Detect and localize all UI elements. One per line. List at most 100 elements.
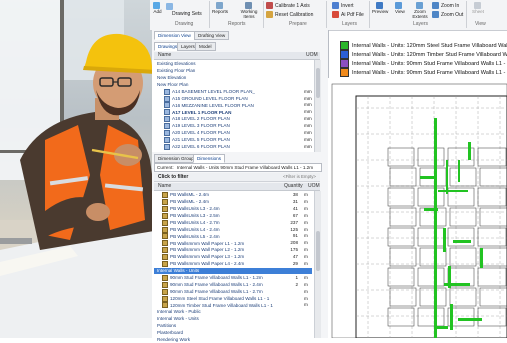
drawing-row-uom: mm	[304, 88, 312, 94]
zoom-out-icon	[432, 11, 439, 18]
group-item-row[interactable]: 120mm Timber Stud Frame Villaboard Walls…	[154, 302, 312, 309]
group-item-row-label: 90mm Stud Frame Villaboard Walls L1 - 1.…	[162, 274, 263, 281]
drawing-row-uom: mm	[304, 102, 312, 108]
drawing-row-label: New Floor Plan	[157, 81, 189, 87]
dimension-row[interactable]: PB Wallsmmm Wall Paper L4 - 2.4m 29 m	[154, 261, 312, 267]
group-row-label: Internal Walls - Units	[157, 267, 200, 273]
ai-pdf-file-button[interactable]: Ai Pdf File	[332, 11, 364, 18]
drawing-row[interactable]: A17 LEVEL 1 FLOOR PLAN mm	[154, 109, 312, 116]
dimension-icon	[162, 205, 168, 212]
drawing-sets-label[interactable]: Drawing Sets	[172, 11, 202, 17]
dimensions-scroll-thumb[interactable]	[316, 231, 320, 271]
dimension-row-quantity: 237	[290, 219, 298, 225]
drawing-row[interactable]: A16 MEZZANINE LEVEL FLOOR PLAN mm	[154, 102, 312, 109]
current-group-select[interactable]: Current: Internal Walls - Units 90mm Stu…	[154, 163, 322, 172]
filter-bar[interactable]: Click to filter <Filter is Empty>	[154, 173, 320, 182]
drawing-row[interactable]: Existing Floor Plan	[154, 68, 312, 74]
group-item-row-label: 90mm Stud Frame Villaboard Walls L1 - 2.…	[162, 288, 263, 295]
column-quantity: Quantity	[284, 183, 303, 189]
worker-illustration	[0, 33, 170, 338]
drawing-row[interactable]: New Floor Plan	[154, 82, 312, 88]
dimension-row[interactable]: PB Wallsmmm Wall Paper L1 - 1.2m 208 m	[154, 240, 312, 247]
group-item-row[interactable]: 120mm Steel Stud Frame Villaboard Walls …	[154, 295, 312, 302]
group-item-row[interactable]: 90mm Stud Frame Villaboard Walls L1 - 2.…	[154, 288, 312, 295]
drawing-row[interactable]: A14 BASEMENT LEVEL FLOOR PLAN_ mm	[154, 88, 312, 95]
zoom-out-button[interactable]: Zoom Out	[432, 11, 463, 18]
zoom-extents-icon	[415, 2, 423, 9]
reset-calibration-button[interactable]: Reset Calibration	[266, 11, 313, 18]
drawing-icon	[164, 123, 170, 130]
zoom-in-button[interactable]: Zoom In	[432, 2, 459, 9]
dimension-row[interactable]: PB Wallsmmm Wall Paper L3 - 1.2m 47 m	[154, 254, 312, 261]
group-row[interactable]: Partitions	[154, 323, 312, 329]
legend-swatch	[340, 41, 349, 50]
dimension-row-label: PB WallsUnits L4 - 2.7m	[162, 219, 220, 226]
add-button[interactable]: Add	[153, 2, 162, 14]
sheet-icon	[473, 2, 481, 9]
drawing-row-label: A21 LEVEL 5 FLOOR PLAN	[164, 136, 230, 143]
drawing-row[interactable]: A15 GROUND LEVEL FLOOR PLAN mm	[154, 95, 312, 102]
group-item-row[interactable]: 90mm Stud Frame Villaboard Walls L1 - 1.…	[154, 274, 312, 281]
tab-dimension-view[interactable]: Dimension View	[154, 31, 195, 40]
group-row[interactable]: Internal Work - Public	[154, 309, 312, 315]
invert-button[interactable]: Invert	[332, 2, 354, 9]
dimension-icon	[162, 281, 168, 288]
dimension-row-uom: m	[304, 226, 308, 232]
zoom-extents-button[interactable]: Zoom Extents	[410, 2, 430, 19]
legend-item: Internal Walls - Units: 120mm Steel Stud…	[340, 41, 507, 50]
drawing-row-uom: mm	[304, 95, 312, 101]
takeoff-panel: Dimension View Drafting View Drawings La…	[152, 30, 329, 342]
dimension-row-uom: m	[304, 212, 308, 218]
tab-model[interactable]: Model	[195, 42, 216, 51]
dimension-row[interactable]: PB WallsUnits L4 - 2.7m 237 m	[154, 219, 312, 226]
group-row-selected[interactable]: Internal Walls - Units	[154, 267, 312, 275]
group-item-row-uom: m	[304, 288, 308, 294]
dimension-row[interactable]: PB WallsUnits L4 - 2.4m 125 m	[154, 226, 312, 233]
dimension-icon	[162, 247, 168, 254]
dimension-row[interactable]: PB WallsUnits L3 - 2.4m 41 m	[154, 205, 312, 212]
dimension-row-quantity: 47	[292, 254, 298, 260]
group-row[interactable]: Internal Work - Units	[154, 316, 312, 322]
dimension-row-label: PB WallsUnits L5 - 2.4m	[162, 233, 220, 240]
drawing-row[interactable]: Existing Elevations	[154, 61, 312, 67]
dimension-row[interactable]: PB WallsML - 2.4m 31 m	[154, 198, 312, 205]
zoom-in-icon	[432, 2, 439, 9]
calibrate-button[interactable]: Calibrate 1 Axis	[266, 2, 310, 9]
drawings-scroll-thumb[interactable]	[316, 68, 320, 98]
column-name: Name	[158, 52, 172, 58]
group-item-row[interactable]: 90mm Stud Frame Villaboard Walls L1 - 2.…	[154, 281, 312, 288]
drawing-row[interactable]: A20 LEVEL 4 FLOOR PLAN mm	[154, 130, 312, 136]
preview-button[interactable]: Preview	[372, 2, 388, 14]
view-group-label: View	[475, 21, 486, 27]
dimension-icon	[162, 288, 168, 295]
drawing-sets-button[interactable]	[166, 3, 175, 10]
view-button[interactable]: View	[395, 2, 405, 14]
drawing-row[interactable]: A21 LEVEL 5 FLOOR PLAN mm	[154, 136, 312, 143]
tab-dimensions[interactable]: Dimensions	[193, 154, 225, 163]
group-row[interactable]: Plasterboard	[154, 330, 312, 336]
dimension-row[interactable]: PB WallsML - 2.4m 38 m	[154, 192, 312, 198]
dimension-row[interactable]: PB WallsUnits L5 - 2.4m 91 m	[154, 233, 312, 240]
reports-button[interactable]: Reports	[212, 2, 228, 14]
drawing-icon	[164, 130, 170, 136]
dimension-row[interactable]: PB WallsUnits L3 - 2.5m 67 m	[154, 212, 312, 219]
dimension-row-label: PB Wallsmmm Wall Paper L3 - 1.2m	[162, 254, 244, 261]
drawing-row[interactable]: A19 LEVEL 3 FLOOR PLAN mm	[154, 123, 312, 130]
floor-plan-drawing[interactable]	[328, 78, 507, 338]
dimension-row[interactable]: PB Wallsmmm Wall Paper L2 - 1.2m 175 m	[154, 247, 312, 254]
dimension-icon	[162, 274, 168, 281]
dimension-icon	[162, 233, 168, 240]
drawing-row[interactable]: New Elevation	[154, 75, 312, 81]
drawing-row[interactable]: A22 LEVEL 6 FLOOR PLAN mm	[154, 143, 312, 150]
sheet-button[interactable]: Sheet	[472, 2, 484, 14]
dimension-row-uom: m	[304, 247, 308, 253]
dimensions-scrollbar[interactable]	[314, 191, 321, 338]
tab-drafting-view[interactable]: Drafting View	[194, 31, 230, 40]
working-items-button[interactable]: Working Items	[236, 2, 262, 19]
drawing-row-uom: mm	[304, 136, 312, 142]
drawing-row-uom: mm	[304, 109, 312, 115]
drawing-row[interactable]: A18 LEVEL 2 FLOOR PLAN mm	[154, 116, 312, 123]
dimension-row-quantity: 29	[292, 261, 298, 266]
drawings-scrollbar[interactable]	[314, 60, 321, 152]
prepare-group-label: Prepare	[289, 21, 307, 27]
